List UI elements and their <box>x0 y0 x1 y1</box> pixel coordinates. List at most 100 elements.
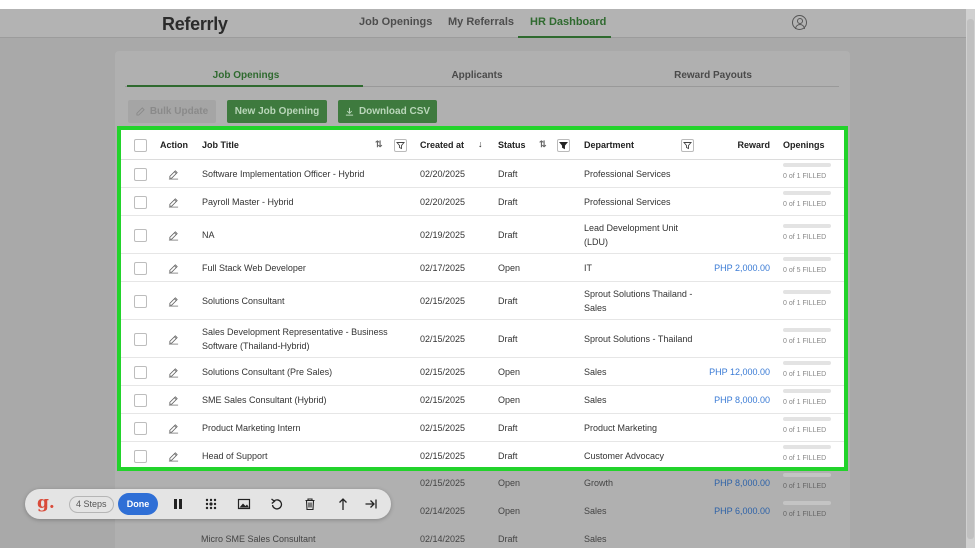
user-avatar-icon[interactable] <box>792 15 807 30</box>
pause-icon[interactable] <box>171 497 185 511</box>
column-department[interactable]: Department <box>584 130 634 159</box>
sort-icon[interactable]: ⇅ <box>539 139 547 150</box>
department-cell: Customer Advocacy <box>584 450 665 461</box>
tab-applicants[interactable]: Applicants <box>387 70 567 81</box>
sort-desc-icon[interactable]: ↓ <box>478 139 483 149</box>
nav-job-openings[interactable]: Job Openings <box>359 16 432 28</box>
tab-reward-payouts[interactable]: Reward Payouts <box>623 70 803 81</box>
page-scrollbar[interactable] <box>966 9 975 548</box>
row-checkbox[interactable] <box>134 167 147 181</box>
edit-icon[interactable] <box>168 423 179 434</box>
status-cell: Draft <box>498 422 518 433</box>
blur-icon[interactable] <box>204 497 218 511</box>
share-icon[interactable] <box>336 497 350 511</box>
nav-hr-dashboard[interactable]: HR Dashboard <box>530 16 606 28</box>
edit-icon[interactable] <box>168 169 179 180</box>
edit-icon[interactable] <box>168 334 179 345</box>
openings-label: 0 of 1 FILLED <box>783 338 827 345</box>
table-row[interactable]: Full Stack Web Developer 02/17/2025 Open IT… <box>121 254 844 282</box>
created-at-cell: 02/15/2025 <box>420 295 466 306</box>
done-button[interactable]: Done <box>118 493 158 515</box>
status-cell: Draft <box>498 196 518 207</box>
job-title-cell: Solutions Consultant (Pre Sales) <box>202 366 333 377</box>
created-at-cell: 02/15/2025 <box>420 422 466 433</box>
table-row[interactable]: Solutions Consultant 02/15/2025 Draft Sprou… <box>121 282 844 320</box>
table-row[interactable]: Sales Development Representative - Busin… <box>121 320 844 358</box>
row-checkbox[interactable] <box>134 449 147 463</box>
nav-active-indicator <box>518 36 611 38</box>
openings-label: 0 of 1 FILLED <box>783 427 827 434</box>
status-cell: Draft <box>498 450 518 461</box>
column-job-title[interactable]: Job Title <box>202 130 239 159</box>
row-checkbox[interactable] <box>134 195 147 209</box>
app-header: Referrly Job Openings My Referrals HR Da… <box>0 9 966 38</box>
created-at-cell: 02/20/2025 <box>420 196 466 207</box>
edit-icon[interactable] <box>168 395 179 406</box>
row-checkbox[interactable] <box>134 228 147 242</box>
openings-progress-bar <box>783 224 831 228</box>
table-row[interactable]: Solutions Consultant (Pre Sales) 02/15/20… <box>121 358 844 386</box>
department-cell: Sales <box>584 506 607 516</box>
department-cell: Lead Development Unit (LDU) <box>584 222 679 247</box>
column-reward: Reward <box>737 139 770 150</box>
table-row[interactable]: SME Sales Consultant (Hybrid) 02/15/2025 O… <box>121 386 844 414</box>
column-created-at[interactable]: Created at <box>420 130 464 159</box>
row-checkbox[interactable] <box>134 294 147 308</box>
created-at-cell: 02/17/2025 <box>420 262 466 273</box>
openings-progress-bar <box>783 500 831 505</box>
skip-end-icon[interactable] <box>364 497 378 511</box>
department-cell: Product Marketing <box>584 422 658 433</box>
new-job-opening-button[interactable]: New Job Opening <box>227 100 327 123</box>
openings-label: 0 of 1 FILLED <box>783 234 827 241</box>
reward-cell: PHP 12,000.00 <box>709 366 770 377</box>
job-openings-table: Action Job Title ⇅ Created at ↓ Status ⇅… <box>121 130 844 467</box>
row-checkbox[interactable] <box>134 421 147 435</box>
top-strip <box>0 0 975 9</box>
undo-icon[interactable] <box>270 497 284 511</box>
scrollbar-thumb[interactable] <box>967 19 974 539</box>
table-row[interactable]: NA 02/19/2025 Draft Lead Development Unit (… <box>121 216 844 254</box>
tab-job-openings[interactable]: Job Openings <box>156 70 336 81</box>
created-at-cell: 02/14/2025 <box>420 506 466 516</box>
openings-progress-bar <box>783 417 831 421</box>
created-at-cell: 02/19/2025 <box>420 229 466 240</box>
column-status[interactable]: Status <box>498 130 526 159</box>
table-row[interactable]: Head of Support 02/15/2025 Draft Customer A… <box>121 442 844 467</box>
filter-icon[interactable] <box>681 139 694 152</box>
download-csv-button[interactable]: Download CSV <box>338 100 437 123</box>
status-cell: Open <box>498 394 521 405</box>
table-row[interactable]: Software Implementation Officer - Hybrid… <box>121 160 844 188</box>
row-checkbox[interactable] <box>134 393 147 407</box>
bulk-update-button[interactable]: Bulk Update <box>128 100 216 123</box>
edit-icon[interactable] <box>168 296 179 307</box>
table-row[interactable]: Payroll Master - Hybrid 02/20/2025 Draft Pr… <box>121 188 844 216</box>
trash-icon[interactable] <box>303 497 317 511</box>
table-row[interactable]: Micro SME Sales Consultant 02/14/2025 Draf… <box>0 525 966 548</box>
select-all-checkbox[interactable] <box>134 139 147 152</box>
openings-cell: 0 of 1 FILLED <box>783 497 831 525</box>
filter-icon[interactable] <box>394 139 407 152</box>
reward-cell <box>701 282 770 319</box>
edit-icon[interactable] <box>168 451 179 462</box>
created-at-cell: 02/15/2025 <box>420 333 466 344</box>
job-title-cell: Software Implementation Officer - Hybrid <box>202 168 365 179</box>
edit-icon[interactable] <box>168 230 179 241</box>
image-icon[interactable] <box>237 497 251 511</box>
status-cell: Open <box>498 506 521 516</box>
filter-active-icon[interactable] <box>557 139 570 152</box>
reward-cell <box>701 414 770 441</box>
openings-label: 0 of 1 FILLED <box>783 300 827 307</box>
status-cell: Draft <box>498 229 518 240</box>
edit-icon[interactable] <box>168 197 179 208</box>
row-checkbox[interactable] <box>134 261 147 275</box>
sort-icon[interactable]: ⇅ <box>375 139 383 150</box>
recorder-toolbar: g. 4 Steps Done <box>25 489 391 519</box>
table-row[interactable]: Product Marketing Intern 02/15/2025 Draft P… <box>121 414 844 442</box>
row-checkbox[interactable] <box>134 332 147 346</box>
edit-icon[interactable] <box>168 367 179 378</box>
nav-my-referrals[interactable]: My Referrals <box>448 16 514 28</box>
reward-cell: PHP 2,000.00 <box>714 262 770 273</box>
row-checkbox[interactable] <box>134 365 147 379</box>
edit-icon[interactable] <box>168 263 179 274</box>
steps-count-badge[interactable]: 4 Steps <box>69 496 114 513</box>
